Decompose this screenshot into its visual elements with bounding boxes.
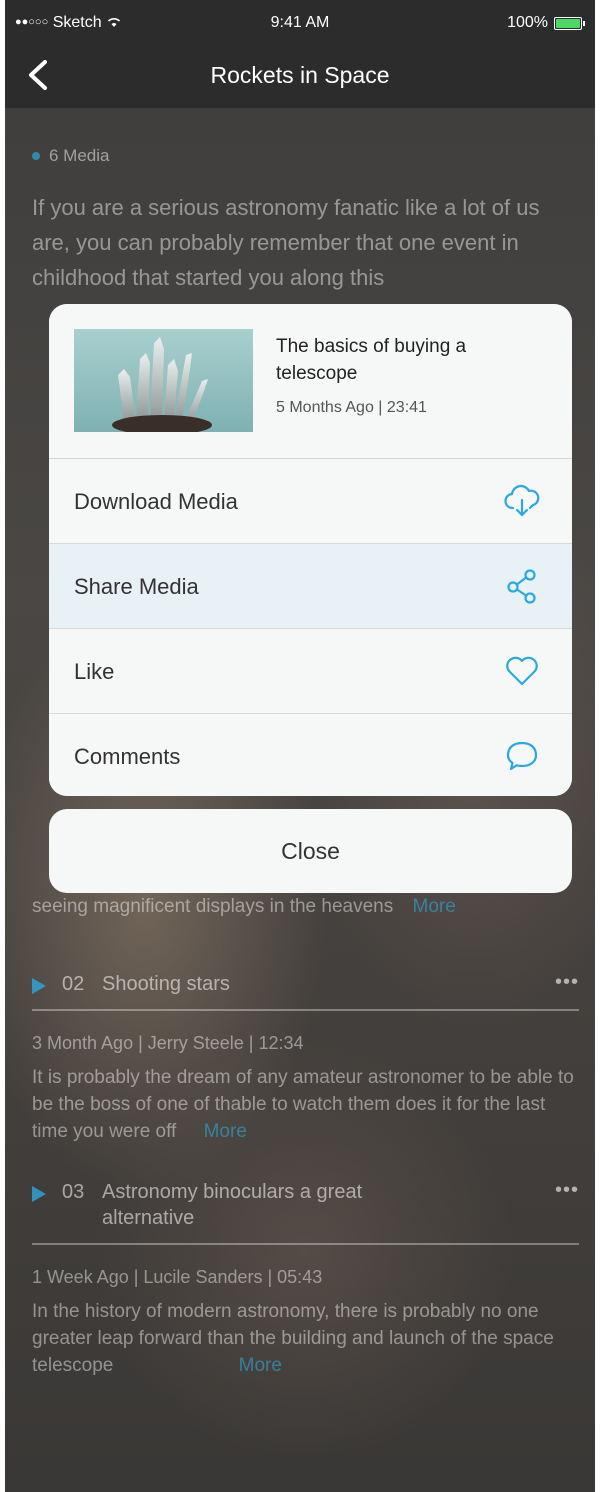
crystal-image	[112, 337, 212, 432]
status-bar: ●●○○○ Sketch 9:41 AM 100%	[5, 0, 595, 44]
intro-text: If you are a serious astronomy fanatic l…	[32, 195, 540, 290]
action-label: Share Media	[74, 574, 199, 599]
track-header: 02 Shooting stars •••	[32, 971, 579, 1011]
media-title: The basics of buying a telescope	[276, 336, 467, 384]
partial-description: seeing magnificent displays in the heave…	[32, 896, 456, 918]
track-description-text: In the history of modern astronomy, ther…	[32, 1301, 554, 1376]
action-label: Like	[74, 659, 115, 684]
track-list: 02 Shooting stars ••• 3 Month Ago | Jerry…	[5, 940, 595, 1379]
more-options-icon[interactable]: •••	[555, 1177, 579, 1203]
share-icon	[507, 569, 536, 604]
track-number: 02	[62, 973, 85, 995]
media-count-label: 6 Media	[49, 146, 110, 165]
track-title: Astronomy binoculars a great alternative	[102, 1181, 363, 1229]
track-meta: 1 Week Ago | Lucile Sanders | 05:43	[32, 1267, 323, 1287]
track-description: In the history of modern astronomy, ther…	[32, 1298, 579, 1379]
media-count: 6 Media	[32, 146, 109, 166]
play-icon[interactable]	[32, 1186, 46, 1202]
battery-icon	[554, 16, 582, 30]
action-label: Download Media	[74, 489, 238, 514]
action-sheet: The basics of buying a telescope 5 Month…	[49, 304, 572, 796]
track-number: 03	[62, 1181, 85, 1203]
track-header: 03 Astronomy binoculars a great alternat…	[32, 1179, 579, 1245]
share-media-button[interactable]: Share Media	[49, 544, 572, 629]
comments-button[interactable]: Comments	[49, 714, 572, 796]
track-meta: 3 Month Ago | Jerry Steele | 12:34	[32, 1033, 304, 1053]
play-icon[interactable]	[32, 978, 46, 994]
more-link[interactable]: More	[239, 1355, 282, 1376]
track-item[interactable]: 03 Astronomy binoculars a great alternat…	[32, 1179, 579, 1379]
more-options-icon[interactable]: •••	[555, 969, 579, 995]
screen: ●●○○○ Sketch 9:41 AM 100% Rockets in Spa…	[5, 0, 595, 1492]
track-description: It is probably the dream of any amateur …	[32, 1064, 579, 1145]
download-media-button[interactable]: Download Media	[49, 459, 572, 544]
track-description-text: It is probably the dream of any amateur …	[32, 1067, 574, 1142]
bullet-icon	[32, 152, 40, 160]
like-button[interactable]: Like	[49, 629, 572, 714]
action-label: Comments	[74, 744, 181, 769]
media-meta: 5 Months Ago | 23:41	[276, 399, 427, 416]
cloud-download-icon	[504, 484, 540, 517]
track-item[interactable]: 02 Shooting stars ••• 3 Month Ago | Jerry…	[32, 971, 579, 1145]
comment-icon	[506, 741, 538, 771]
more-link[interactable]: More	[204, 1121, 247, 1142]
nav-bar: Rockets in Space	[5, 44, 595, 108]
page-title: Rockets in Space	[210, 62, 390, 88]
track-title: Shooting stars	[102, 973, 230, 995]
battery: 100%	[507, 14, 585, 32]
heart-icon	[506, 656, 538, 686]
battery-percent: 100%	[507, 14, 548, 31]
partial-line: seeing magnificent displays in the heave…	[32, 896, 394, 917]
more-link[interactable]: More	[413, 896, 456, 917]
media-thumbnail	[74, 329, 253, 432]
media-preview: The basics of buying a telescope 5 Month…	[49, 304, 572, 459]
close-button[interactable]: Close	[49, 809, 572, 893]
